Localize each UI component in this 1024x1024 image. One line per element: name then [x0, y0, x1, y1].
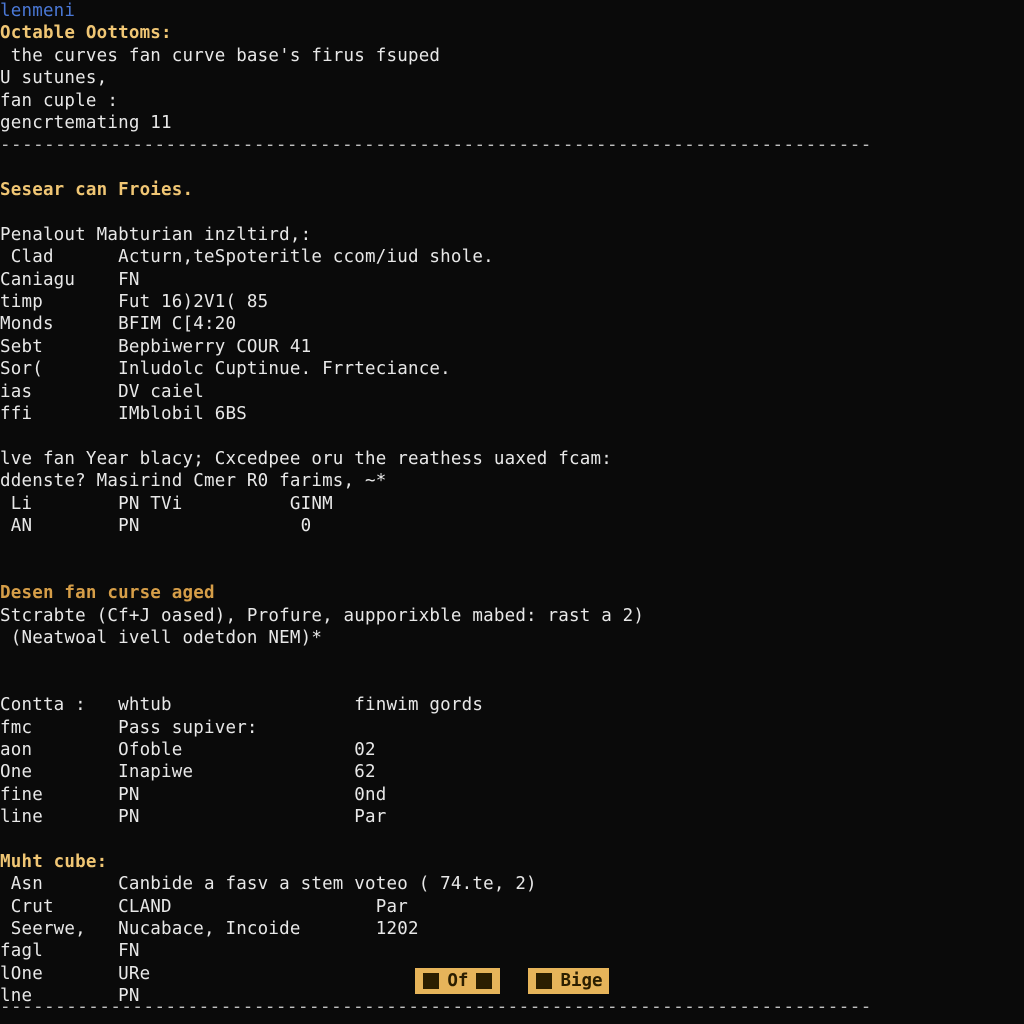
- table-row: Seerwe, Nucabace, Incoide 1202: [0, 918, 1024, 940]
- heading-desen: Desen fan curse aged: [0, 582, 1024, 604]
- text-line: Stcrabte (Cf+J oased), Profure, aupporix…: [0, 605, 1024, 627]
- square-icon: [423, 973, 439, 989]
- text-line: ddenste? Masirind Cmer R0 farims, ~*: [0, 470, 1024, 492]
- table-row: Monds BFIM C[4:20: [0, 313, 1024, 335]
- table-row: line PN Par: [0, 806, 1024, 828]
- table-row: Contta : whtub finwim gords: [0, 694, 1024, 716]
- terminal-screen: lenmeni Octable Oottoms: the curves fan …: [0, 0, 1024, 1024]
- table-row: ias DV caiel: [0, 381, 1024, 403]
- heading-sesear: Sesear can Froies.: [0, 179, 1024, 201]
- footer-buttons: Of Bige: [0, 968, 1024, 994]
- table-row: Sor( Inludolc Cuptinue. Frrteciance.: [0, 358, 1024, 380]
- table-row: aon Ofoble 02: [0, 739, 1024, 761]
- table-row: ffi IMblobil 6BS: [0, 403, 1024, 425]
- table-row: One Inapiwe 62: [0, 761, 1024, 783]
- text-line: U sutunes,: [0, 67, 1024, 89]
- table-row: timp Fut 16)2V1( 85: [0, 291, 1024, 313]
- text-line: gencrtemating 11: [0, 112, 1024, 134]
- table-row: Asn Canbide a fasv a stem voteo ( 74.te,…: [0, 873, 1024, 895]
- table-row: Caniagu FN: [0, 269, 1024, 291]
- square-icon: [536, 973, 552, 989]
- text-line: (Neatwoal ivell odetdon NEM)*: [0, 627, 1024, 649]
- text-line: Penalout Mabturian inzltird,:: [0, 224, 1024, 246]
- table-row: fagl FN: [0, 940, 1024, 962]
- table-row: Clad Acturn,teSpoteritle ccom/iud shole.: [0, 246, 1024, 268]
- button-label: Bige: [560, 971, 602, 991]
- table-row: Sebt Bepbiwerry COUR 41: [0, 336, 1024, 358]
- table-row: Li PN TVi GINM: [0, 493, 1024, 515]
- app-title: lenmeni: [0, 0, 1024, 22]
- square-icon: [476, 973, 492, 989]
- text-line: lve fan Year blacy; Cxcedpee oru the rea…: [0, 448, 1024, 470]
- divider: ----------------------------------------…: [0, 996, 1024, 1018]
- button-label: Of: [447, 971, 468, 991]
- table-row: fine PN 0nd: [0, 784, 1024, 806]
- divider: ----------------------------------------…: [0, 134, 1024, 156]
- table-row: AN PN 0: [0, 515, 1024, 537]
- heading-octable: Octable Oottoms:: [0, 22, 1024, 44]
- table-row: Crut CLAND Par: [0, 896, 1024, 918]
- text-line: the curves fan curve base's firus fsuped: [0, 45, 1024, 67]
- heading-muht: Muht cube:: [0, 851, 1024, 873]
- of-button[interactable]: Of: [415, 968, 500, 994]
- bige-button[interactable]: Bige: [528, 968, 608, 994]
- table-row: fmc Pass supiver:: [0, 717, 1024, 739]
- text-line: fan cuple :: [0, 90, 1024, 112]
